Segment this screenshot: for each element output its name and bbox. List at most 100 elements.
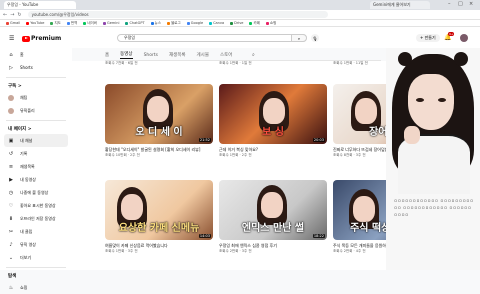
webcam-eye-right [438, 98, 446, 102]
sidebar-item[interactable]: ▣ 내 채널 [4, 134, 68, 147]
channel-tab[interactable]: 재생목록 [169, 52, 186, 58]
bookmark-item[interactable]: Canva [209, 21, 224, 25]
logo-text: Premium [31, 35, 62, 42]
channel-tab[interactable]: 동영상 [120, 51, 133, 59]
bookmark-item[interactable]: 쇼핑 [265, 21, 276, 26]
sidebar-item[interactable]: ⌄ 더보기 [0, 251, 72, 264]
video-meta: 조회수 7천회 · 6일 전 [105, 61, 138, 65]
bookmark-item[interactable]: 카페 [249, 21, 260, 26]
bookmark-item[interactable]: Drive [230, 21, 243, 25]
back-icon[interactable]: ← [3, 12, 7, 18]
video-thumbnail[interactable]: 보 싱 20:03 [219, 84, 327, 144]
bookmark-icon [186, 21, 190, 25]
thumbnail-face [355, 98, 377, 124]
search-input[interactable]: 우정잉 [117, 34, 307, 42]
sidebar-item[interactable]: ♪ 뮤직 영상 [0, 238, 72, 251]
thumbnail-caption: 오 디 세 이 [135, 127, 183, 138]
video-title[interactable]: 황당한데 "오디세이" 발굴된 설명회 [황희 오디세이 리뷰] [105, 147, 213, 152]
sidebar-divider [6, 267, 66, 268]
bookmark-item[interactable]: Google [186, 21, 203, 25]
sidebar-item[interactable]: ✂ 내 클립 [0, 225, 72, 238]
search-button[interactable]: ⌕ [291, 34, 307, 42]
create-button[interactable]: + 만들기 [416, 34, 440, 42]
video-card[interactable]: 요상한 카페 신메뉴 14:03 여름맞이 카페 신상음료 먹어봤습니다 조회수 1만… [105, 180, 213, 254]
bookmark-item[interactable]: 블로그 [167, 21, 181, 26]
minimize-icon[interactable]: – [448, 1, 451, 7]
sidebar-icon: ♡ [8, 202, 14, 209]
sidebar-divider [6, 120, 66, 121]
bookmark-item[interactable]: YouTube [26, 21, 44, 25]
bookmark-item[interactable]: Gmail [6, 21, 20, 25]
video-card[interactable]: 보 싱 20:03 근데 이거 복싱 맞아요? 조회수 1만회 · 2주 전 [219, 84, 327, 158]
sidebar-item[interactable]: 채팅 [0, 91, 72, 104]
video-title[interactable]: 여름맞이 카페 신상음료 먹어봤습니다 [105, 243, 213, 248]
avatar[interactable] [460, 34, 468, 42]
bookmark-item[interactable]: Gemini [103, 21, 119, 25]
reload-icon[interactable]: ↻ [17, 12, 21, 18]
bookmark-label: Gemini [107, 21, 120, 25]
video-meta: 조회수 1만회 · 11일 전 [333, 61, 368, 65]
video-duration: 20:03 [312, 138, 325, 142]
sidebar-icon: ♨ [8, 284, 14, 291]
sidebar-icon: ▶ [9, 176, 13, 183]
video-thumbnail[interactable]: 오 디 세 이 21:52 [105, 84, 213, 144]
bookmarks-bar: Gmail YouTube 지도 번역 네이버 Gemini ChatGPT 뉴스 블로그 Goo… [0, 20, 480, 27]
search-icon: ⌕ [297, 35, 301, 41]
bookmark-label: ChatGPT [129, 21, 145, 25]
url-field[interactable]: youtube.com/@우정잉/videos [27, 11, 328, 18]
channel-search-icon[interactable]: ⌕ [252, 52, 255, 58]
video-meta: 조회수 1만회 · 1일 전 [219, 61, 252, 65]
sidebar-item[interactable]: ▶ 내 동영상 [0, 173, 72, 186]
video-thumbnail[interactable]: 요상한 카페 신메뉴 14:03 [105, 180, 213, 240]
sidebar-item[interactable]: ↺ 기록 [0, 147, 72, 160]
webcam-hand [404, 126, 420, 144]
sidebar-item[interactable]: ◷ 나중에 볼 동영상 [0, 186, 72, 199]
tab-title-right: Gemini에게 물어보기 [373, 2, 411, 7]
channel-tab[interactable]: 스토어 [220, 52, 232, 58]
bookmark-label: 블로그 [171, 20, 181, 25]
video-card[interactable]: 오 디 세 이 21:52 황당한데 "오디세이" 발굴된 설명회 [황희 오디세이… [105, 84, 213, 158]
bookmark-icon [150, 21, 154, 25]
sidebar-item[interactable]: ♡ 좋아요 표시한 동영상 [0, 199, 72, 212]
sidebar-item-label: 내 채널 [20, 137, 33, 143]
sidebar-heading[interactable]: 내 페이지 > [0, 124, 72, 134]
mic-button[interactable]: 🎙 [311, 34, 319, 42]
sidebar-heading[interactable]: 구독 > [0, 81, 72, 91]
maximize-icon[interactable]: □ [458, 1, 463, 7]
channel-tab[interactable]: 게시물 [197, 52, 209, 58]
bookmark-item[interactable]: ChatGPT [125, 21, 145, 25]
video-title[interactable]: 우정잉 최애 엔믹스 심쿵 영접 후기 [219, 243, 327, 248]
sidebar-icon: ♪ [9, 241, 13, 248]
video-card[interactable]: 엔믹스 만난 썰 18:22 우정잉 최애 엔믹스 심쿵 영접 후기 조회수 2만회 … [219, 180, 327, 254]
bookmark-icon [50, 21, 54, 25]
bookmark-item[interactable]: 번역 [66, 21, 77, 26]
sidebar-heading[interactable]: 탐색 [0, 271, 72, 281]
browser-tab[interactable]: 우정잉 - YouTube [4, 1, 76, 9]
sidebar-item-label: 나중에 볼 동영상 [20, 189, 49, 195]
channel-tab[interactable]: Shorts [144, 53, 158, 58]
bookmark-icon [26, 21, 30, 25]
browser-tab-gemini[interactable]: Gemini에게 물어보기 [370, 1, 430, 9]
sidebar-item-label: 뮤직플리 [20, 107, 35, 113]
bookmark-item[interactable]: 뉴스 [150, 21, 161, 26]
bookmark-item[interactable]: 네이버 [83, 21, 97, 26]
channel-tab[interactable]: 홈 [105, 52, 109, 58]
sidebar-item-label: 채팅 [20, 94, 28, 100]
video-title[interactable]: 근데 이거 복싱 맞아요? [219, 147, 327, 152]
forward-icon[interactable]: → [10, 12, 14, 18]
bookmark-item[interactable]: 지도 [50, 21, 61, 26]
youtube-logo[interactable]: Premium [22, 35, 61, 42]
sidebar-item[interactable]: 뮤직플리 [0, 104, 72, 117]
sidebar-item[interactable]: ♨ 쇼핑 [0, 281, 72, 294]
thumbnail-face [121, 194, 143, 220]
menu-icon[interactable]: ☰ [9, 35, 14, 42]
thumbnail-face [261, 192, 283, 218]
close-icon[interactable]: × [469, 1, 473, 7]
sidebar-item[interactable]: ⌂ 홈 [0, 48, 72, 61]
sidebar-item[interactable]: ≡ 재생목록 [0, 160, 72, 173]
sidebar-item[interactable]: ⬇ 오프라인 저장 동영상 [0, 212, 72, 225]
video-thumbnail[interactable]: 엔믹스 만난 썰 18:22 [219, 180, 327, 240]
sidebar-item[interactable]: ▷ Shorts [0, 61, 72, 74]
create-label: + 만들기 [420, 35, 436, 40]
channel-avatar [8, 94, 14, 101]
